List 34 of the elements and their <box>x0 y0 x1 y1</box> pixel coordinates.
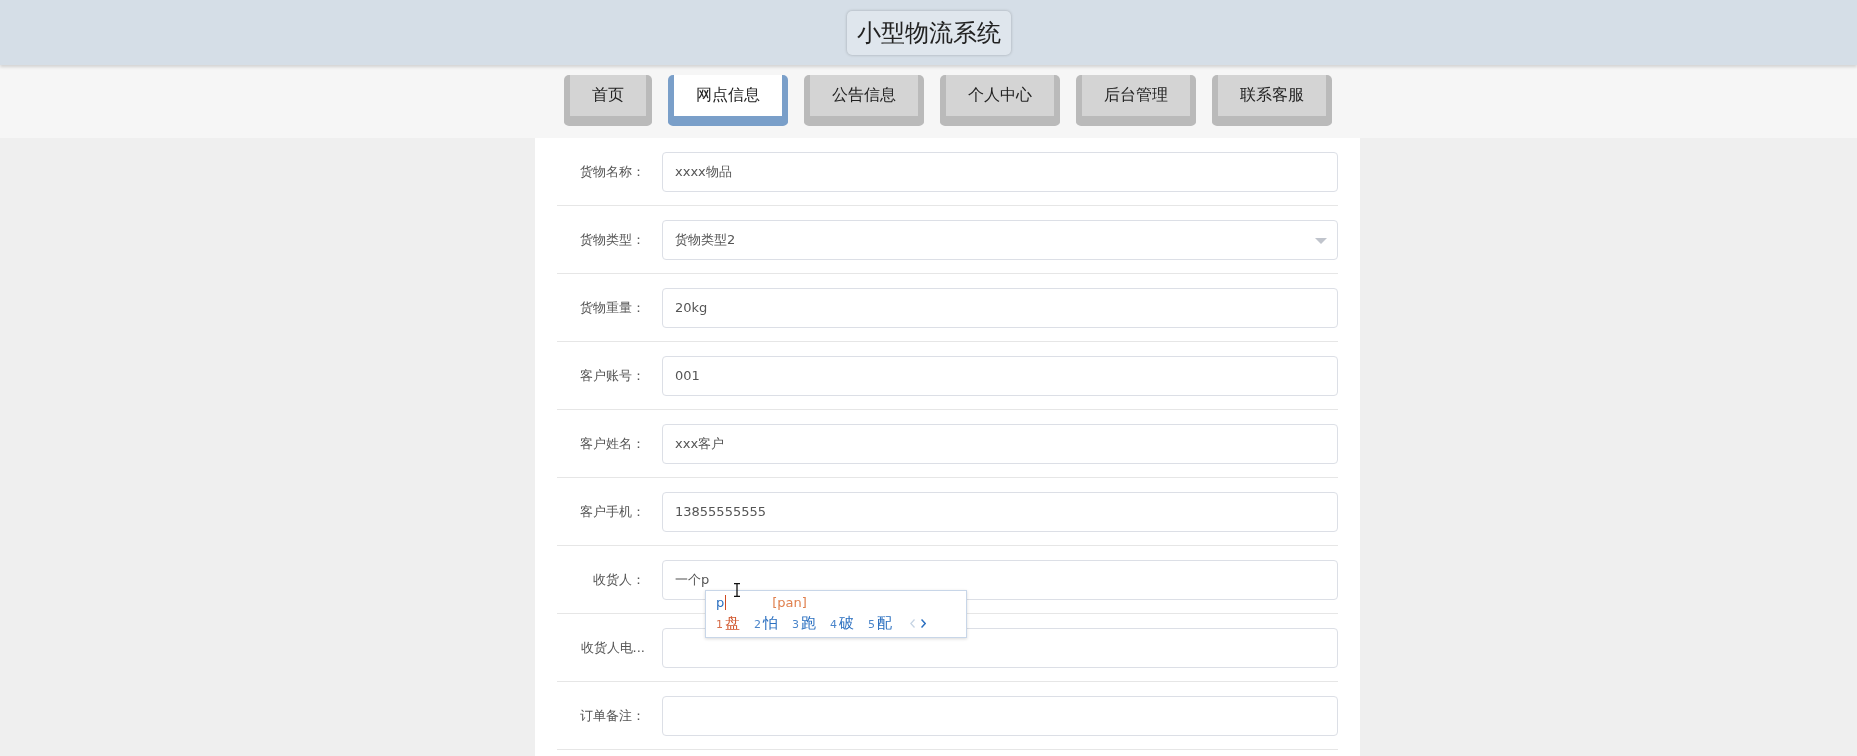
field-label: 客户账号： <box>579 366 645 385</box>
field-label: 货物名称： <box>579 162 645 181</box>
field-label: 收货人电... <box>579 638 645 657</box>
field-label: 货物重量： <box>579 298 645 317</box>
site-title: 小型物流系统 <box>846 10 1011 55</box>
select-field[interactable]: 货物类型2 <box>662 219 1338 260</box>
nav-tab[interactable]: 网点信息 <box>667 75 788 126</box>
ime-candidate[interactable]: 2怕 <box>754 614 778 633</box>
input-field[interactable]: 001 <box>662 355 1338 396</box>
nav-tab[interactable]: 个人中心 <box>939 75 1060 126</box>
ime-candidate[interactable]: 5 配 <box>868 614 892 633</box>
input-field[interactable] <box>662 695 1338 736</box>
field-label: 客户姓名： <box>579 434 645 453</box>
field-label: 客户手机： <box>579 502 645 521</box>
field-label: 订单备注： <box>579 706 645 725</box>
input-field[interactable]: 20kg <box>662 287 1338 328</box>
nav-tab[interactable]: 联系客服 <box>1211 75 1332 126</box>
input-field[interactable]: xxx客户 <box>662 423 1338 464</box>
nav-tab[interactable]: 后台管理 <box>1075 75 1196 126</box>
ime-candidate[interactable]: 4破 <box>830 614 854 633</box>
ime-pinyin: [pan] <box>772 595 807 610</box>
ime-composition: p <box>716 595 727 610</box>
text-cursor-icon <box>733 582 741 597</box>
previous-page-icon[interactable] <box>910 619 915 628</box>
field-label: 货物类型： <box>579 230 645 249</box>
nav-tab[interactable]: 公告信息 <box>803 75 924 126</box>
nav-tab[interactable]: 首页 <box>563 75 652 126</box>
input-field[interactable]: xxxx物品 <box>662 151 1338 192</box>
field-label: 收货人： <box>592 570 645 589</box>
dropdown-arrow-icon[interactable] <box>1315 237 1327 244</box>
input-field[interactable]: 13855555555 <box>662 491 1338 532</box>
next-page-icon[interactable] <box>921 619 926 628</box>
ime-candidate[interactable]: 3 跑 <box>792 614 816 633</box>
ime-candidate[interactable]: 1 盘 <box>716 614 740 633</box>
